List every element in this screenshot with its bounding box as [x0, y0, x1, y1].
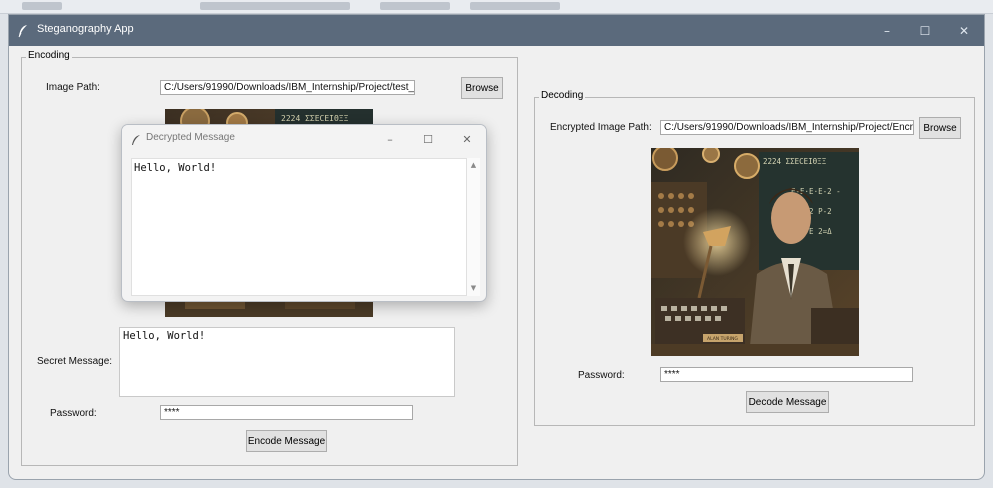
- popup-minimize-button[interactable]: –: [371, 128, 409, 150]
- encrypted-image-path-label: Encrypted Image Path:: [550, 122, 652, 133]
- desktop: Steganography App – ☐ ✕ Encoding Image P…: [0, 0, 993, 488]
- decode-message-button[interactable]: Decode Message: [746, 391, 829, 413]
- background-item: [380, 2, 450, 10]
- decrypted-message-text[interactable]: Hello, World!: [131, 158, 467, 296]
- plaque-text: ALAN TURING: [707, 336, 738, 342]
- popup-title: Decrypted Message: [146, 132, 235, 143]
- background-item: [200, 2, 350, 10]
- feather-icon: [17, 23, 29, 38]
- encrypted-image-path-input[interactable]: C:/Users/91990/Downloads/IBM_Internship/…: [660, 120, 914, 135]
- popup-scrollbar[interactable]: ▲ ▼: [467, 158, 480, 296]
- decrypted-message-window: Decrypted Message – ☐ ✕ Hello, World! ▲ …: [121, 124, 487, 302]
- background-window-strip: [0, 0, 993, 14]
- encode-message-button[interactable]: Encode Message: [246, 430, 327, 452]
- decoding-frame-title: Decoding: [539, 90, 586, 101]
- main-titlebar[interactable]: Steganography App – ☐ ✕: [9, 15, 984, 46]
- decoding-browse-button[interactable]: Browse: [919, 117, 961, 139]
- decoding-password-input[interactable]: ****: [660, 367, 913, 382]
- popup-close-button[interactable]: ✕: [448, 128, 486, 150]
- encoding-browse-button[interactable]: Browse: [461, 77, 503, 99]
- feather-icon: [131, 132, 141, 145]
- board-text: 2224 ΣΣΕCΕΙΘΞΞ: [281, 114, 349, 123]
- board-text: 2224 ΣΣΕCΕΙΘΞΞ: [763, 157, 827, 166]
- encoding-password-label: Password:: [50, 408, 97, 419]
- scroll-up-arrow-icon[interactable]: ▲: [469, 161, 478, 170]
- popup-maximize-button[interactable]: ☐: [409, 128, 447, 150]
- secret-message-label: Secret Message:: [37, 356, 113, 367]
- decoding-password-label: Password:: [578, 370, 625, 381]
- scroll-down-arrow-icon[interactable]: ▼: [469, 284, 478, 293]
- encoding-frame-title: Encoding: [26, 50, 72, 61]
- decoding-image-preview: 2224 ΣΣΕCΕΙΘΞΞ Ε-Ε·Ε·Ε-2 - Ε=Α·2 Ρ-2 2=2…: [651, 148, 859, 356]
- popup-titlebar[interactable]: Decrypted Message – ☐ ✕: [122, 125, 486, 152]
- close-button[interactable]: ✕: [942, 15, 984, 46]
- image-path-input[interactable]: C:/Users/91990/Downloads/IBM_Internship/…: [160, 80, 415, 95]
- window-title: Steganography App: [37, 23, 134, 35]
- maximize-button[interactable]: ☐: [903, 15, 947, 46]
- background-item: [22, 2, 62, 10]
- image-path-label: Image Path:: [46, 82, 100, 93]
- encoding-password-input[interactable]: ****: [160, 405, 413, 420]
- background-item: [470, 2, 560, 10]
- secret-message-textarea[interactable]: Hello, World!: [119, 327, 455, 397]
